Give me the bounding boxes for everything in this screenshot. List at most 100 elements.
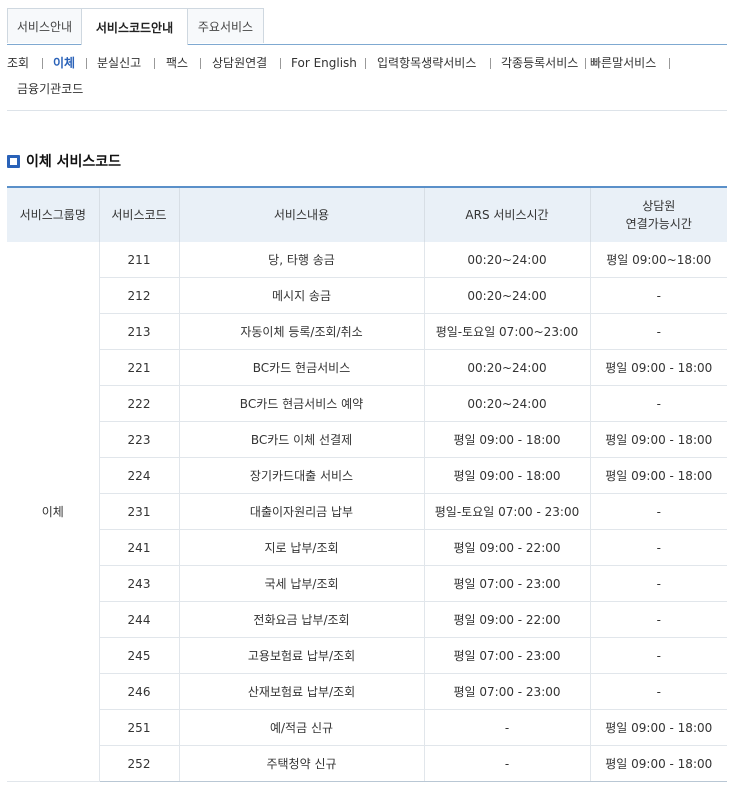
table-row: 246 산재보험료 납부/조회 평일 07:00 - 23:00-: [7, 673, 727, 710]
table-row: 221 BC카드 현금서비스 00:20~24:00 평일 09:00 - 18:00: [7, 349, 727, 386]
cell-service-content: 장기카드대출 서비스: [178, 457, 424, 494]
cell-agent-hours: 평일 09:00 - 18:00: [589, 745, 727, 782]
cell-service-group: 이체: [7, 242, 99, 782]
cell-service-content: 전화요금 납부/조회: [178, 601, 424, 638]
cell-ars-hours: 00:20~24:00: [423, 277, 590, 314]
cell-agent-hours: -: [589, 385, 727, 422]
submenu-separator: [490, 58, 491, 69]
cell-service-content: BC카드 이체 선결제: [178, 421, 424, 458]
cell-service-content: 메시지 송금: [178, 277, 424, 314]
cell-agent-hours: 평일 09:00 - 18:00: [589, 421, 727, 458]
table-row: 243 국세 납부/조회 평일 07:00 - 23:00-: [7, 565, 727, 602]
cell-service-content: 당, 타행 송금: [178, 242, 424, 278]
cell-ars-hours: 평일 09:00 - 22:00: [423, 529, 590, 566]
tab-service-code-info[interactable]: 서비스코드안내: [81, 8, 188, 45]
cell-service-content: 주택청약 신규: [178, 745, 424, 782]
cell-service-code: 246: [98, 673, 179, 710]
cell-service-code: 223: [98, 421, 179, 458]
cell-service-code: 251: [98, 709, 179, 746]
cell-ars-hours: 평일-토요일 07:00 - 23:00: [423, 493, 590, 530]
cell-agent-hours: 평일 09:00~18:00: [589, 242, 727, 278]
cell-ars-hours: 평일 09:00 - 18:00: [423, 421, 590, 458]
cell-service-code: 212: [98, 277, 179, 314]
table-row: 이체 211 당, 타행 송금 00:20~24:00 평일 09:00~18:00: [7, 242, 727, 782]
cell-agent-hours: 평일 09:00 - 18:00: [589, 457, 727, 494]
submenu-loss-report[interactable]: 분실신고: [97, 55, 141, 71]
cell-ars-hours: 평일-토요일 07:00~23:00: [423, 313, 590, 350]
submenu-transfer[interactable]: 이체: [53, 55, 75, 71]
cell-service-content: 고용보험료 납부/조회: [178, 637, 424, 674]
cell-service-content: 산재보험료 납부/조회: [178, 673, 424, 710]
cell-service-content: BC카드 현금서비스: [178, 349, 424, 386]
submenu-separator: [200, 58, 201, 69]
square-bullet-icon: [7, 154, 20, 168]
cell-service-content: BC카드 현금서비스 예약: [178, 385, 424, 422]
cell-agent-hours: -: [589, 565, 727, 602]
submenu-skip-input[interactable]: 입력항목생략서비스: [377, 55, 476, 71]
submenu-separator: [86, 58, 87, 69]
cell-service-content: 예/적금 신규: [178, 709, 424, 746]
submenu-inquiry[interactable]: 조회: [7, 55, 29, 71]
header-service-group: 서비스그룹명: [7, 187, 99, 242]
cell-service-code: 243: [98, 565, 179, 602]
submenu-separator: [42, 58, 43, 69]
cell-service-content: 대출이자원리금 납부: [178, 493, 424, 530]
submenu-agent-connect[interactable]: 상담원연결: [212, 55, 267, 71]
cell-ars-hours: 00:20~24:00: [423, 349, 590, 386]
cell-agent-hours: 평일 09:00 - 18:00: [589, 349, 727, 386]
table-row: 244 전화요금 납부/조회 평일 09:00 - 22:00-: [7, 601, 727, 638]
cell-agent-hours: -: [589, 529, 727, 566]
submenu-registration[interactable]: 각종등록서비스: [501, 55, 578, 71]
tab-service-info[interactable]: 서비스안내: [7, 8, 82, 43]
section-title: 이체 서비스코드: [26, 154, 122, 170]
submenu-fax[interactable]: 팩스: [166, 55, 188, 71]
cell-service-code: 231: [98, 493, 179, 530]
cell-service-code: 222: [98, 385, 179, 422]
table-body: 이체 211 당, 타행 송금 00:20~24:00 평일 09:00~18:00 21…: [7, 242, 727, 782]
cell-agent-hours: -: [589, 493, 727, 530]
table-header-row: 서비스그룹명 서비스코드 서비스내용 ARS 서비스시간 상담원 연결가능시간: [7, 187, 727, 242]
cell-service-code: 211: [98, 242, 179, 278]
table-row: 213 자동이체 등록/조회/취소 평일-토요일 07:00~23:00-: [7, 313, 727, 350]
cell-ars-hours: 평일 07:00 - 23:00: [423, 673, 590, 710]
submenu-divider: [7, 110, 727, 111]
header-ars-hours: ARS 서비스시간: [423, 187, 590, 242]
cell-agent-hours: -: [589, 673, 727, 710]
submenu-bank-codes[interactable]: 금융기관코드: [17, 81, 83, 97]
submenu-for-english[interactable]: For English: [291, 55, 357, 71]
cell-service-content: 지로 납부/조회: [178, 529, 424, 566]
cell-ars-hours: 평일 09:00 - 18:00: [423, 457, 590, 494]
tab-main-services[interactable]: 주요서비스: [187, 8, 264, 43]
table-row: 222 BC카드 현금서비스 예약 00:20~24:00-: [7, 385, 727, 422]
header-service-content: 서비스내용: [178, 187, 424, 242]
header-agent-line1: 상담원: [642, 199, 676, 213]
table-row: 252 주택청약 신규 - 평일 09:00 - 18:00: [7, 745, 727, 782]
cell-service-code: 245: [98, 637, 179, 674]
cell-agent-hours: 평일 09:00 - 18:00: [589, 709, 727, 746]
cell-ars-hours: -: [423, 745, 590, 782]
cell-service-code: 224: [98, 457, 179, 494]
submenu-quick-voice[interactable]: 빠른말서비스: [590, 55, 656, 71]
cell-agent-hours: -: [589, 277, 727, 314]
table-row: 231 대출이자원리금 납부 평일-토요일 07:00 - 23:00-: [7, 493, 727, 530]
cell-service-code: 221: [98, 349, 179, 386]
cell-ars-hours: 00:20~24:00: [423, 242, 590, 278]
cell-agent-hours: -: [589, 313, 727, 350]
service-code-table: 서비스그룹명 서비스코드 서비스내용 ARS 서비스시간 상담원 연결가능시간 …: [7, 186, 727, 782]
cell-ars-hours: 평일 07:00 - 23:00: [423, 565, 590, 602]
submenu-separator: [365, 58, 366, 69]
cell-service-code: 241: [98, 529, 179, 566]
header-agent-hours: 상담원 연결가능시간: [589, 187, 727, 242]
cell-agent-hours: -: [589, 601, 727, 638]
cell-agent-hours: -: [589, 637, 727, 674]
cell-ars-hours: 평일 09:00 - 22:00: [423, 601, 590, 638]
header-agent-line2: 연결가능시간: [625, 217, 692, 231]
submenu-separator: [669, 58, 670, 69]
cell-service-code: 213: [98, 313, 179, 350]
cell-ars-hours: 00:20~24:00: [423, 385, 590, 422]
section-header: 이체 서비스코드: [7, 150, 121, 172]
cell-service-content: 자동이체 등록/조회/취소: [178, 313, 424, 350]
submenu-separator: [585, 58, 586, 69]
cell-ars-hours: -: [423, 709, 590, 746]
cell-service-content: 국세 납부/조회: [178, 565, 424, 602]
